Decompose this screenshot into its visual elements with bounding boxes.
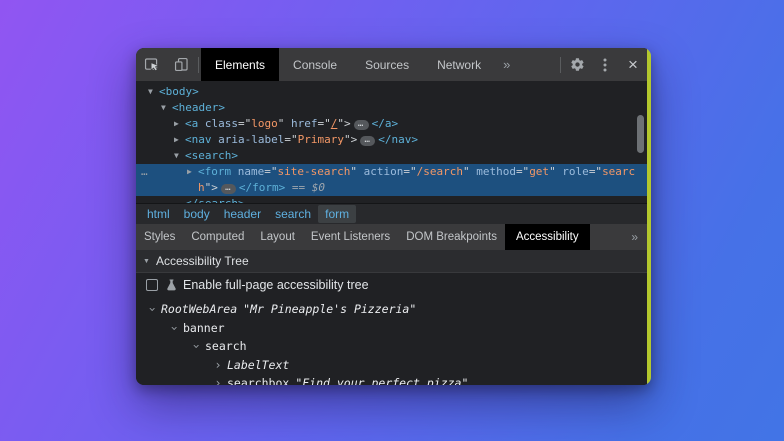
expand-arrow-icon[interactable]: ▶: [187, 164, 198, 180]
tag-token: <body>: [159, 85, 199, 98]
inspect-element-icon[interactable]: [136, 48, 166, 81]
collapsed-content-ellipsis[interactable]: …: [354, 120, 369, 130]
expand-arrow-icon[interactable]: ▼: [148, 84, 159, 100]
selected-node-hint: == $0: [285, 181, 325, 194]
collapsed-content-ellipsis[interactable]: …: [360, 136, 375, 146]
breadcrumb-item-search[interactable]: search: [268, 205, 318, 223]
dom-node-body[interactable]: ▼<body>: [136, 84, 647, 100]
chevron-down-icon[interactable]: ›: [143, 303, 162, 315]
tab-dom-breakpoints[interactable]: DOM Breakpoints: [398, 224, 505, 250]
breadcrumb: html body header search form: [136, 203, 647, 224]
value-token: Primary: [298, 133, 344, 146]
tab-layout[interactable]: Layout: [252, 224, 303, 250]
sidebar-tabs: Styles Computed Layout Event Listeners D…: [136, 224, 647, 250]
dom-tree-scrollbar[interactable]: [637, 115, 644, 153]
experiment-flask-icon: [165, 278, 178, 292]
toolbar-divider: [198, 57, 199, 73]
breadcrumb-item-html[interactable]: html: [140, 205, 177, 223]
device-toolbar-icon[interactable]: [166, 48, 196, 81]
dom-tree-panel: ▼<body> ▼<header> ▶<a class="logo" href=…: [136, 81, 647, 203]
attr-token: aria-label: [212, 133, 285, 146]
tag-token: </form>: [239, 181, 285, 194]
kebab-menu-icon[interactable]: [591, 48, 619, 81]
ax-role: search: [205, 339, 247, 353]
tag-token: <header>: [172, 101, 225, 114]
tag-token: </a>: [372, 117, 399, 130]
toolbar-spacer: [518, 48, 558, 81]
more-panels-button[interactable]: »: [495, 48, 518, 81]
settings-gear-icon[interactable]: [563, 48, 591, 81]
ax-node-searchbox[interactable]: ›searchbox "Find your perfect pizza": [136, 374, 647, 385]
ax-role: banner: [183, 321, 225, 335]
collapsed-content-ellipsis[interactable]: …: [221, 184, 236, 194]
dom-node-form-selected[interactable]: … ▶<form name="site-search" action="/sea…: [136, 164, 647, 196]
ax-role: LabelText: [227, 358, 289, 372]
tag-token: <form: [198, 165, 231, 178]
chevron-down-icon[interactable]: ›: [165, 322, 184, 334]
breadcrumb-item-header[interactable]: header: [217, 205, 268, 223]
expand-arrow-icon[interactable]: ▶: [174, 116, 185, 132]
tab-computed[interactable]: Computed: [183, 224, 252, 250]
chevron-right-icon[interactable]: ›: [212, 356, 224, 375]
tab-event-listeners[interactable]: Event Listeners: [303, 224, 398, 250]
ax-node-rootwebarea[interactable]: ›RootWebArea "Mr Pineapple's Pizzeria": [136, 300, 647, 319]
devtools-toolbar: Elements Console Sources Network »: [136, 48, 647, 81]
desktop-background: Elements Console Sources Network »: [0, 0, 784, 441]
devtools-window: Elements Console Sources Network »: [136, 48, 651, 385]
attr-token: class: [198, 117, 238, 130]
more-sidebar-tabs-button[interactable]: »: [622, 224, 647, 250]
breadcrumb-item-body[interactable]: body: [177, 205, 217, 223]
enable-a11y-label: Enable full-page accessibility tree: [183, 278, 369, 292]
enable-a11y-checkbox[interactable]: [146, 279, 158, 291]
attr-token: href: [284, 117, 317, 130]
expand-arrow-icon[interactable]: ▶: [174, 132, 185, 148]
tab-styles[interactable]: Styles: [136, 224, 183, 250]
tab-elements[interactable]: Elements: [201, 48, 279, 81]
tab-console[interactable]: Console: [279, 48, 351, 81]
accessibility-tree-section-header[interactable]: ▼ Accessibility Tree: [136, 250, 647, 273]
ax-name-value: "Mr Pineapple's Pizzeria": [243, 302, 416, 316]
ax-role: RootWebArea: [161, 302, 237, 316]
expand-arrow-icon[interactable]: ▼: [174, 148, 185, 164]
section-title: Accessibility Tree: [156, 254, 249, 268]
tab-network[interactable]: Network: [423, 48, 495, 81]
accessibility-tree: ›RootWebArea"Mr Pineapple's Pizzeria" ›b…: [136, 297, 647, 385]
breadcrumb-item-form[interactable]: form: [318, 205, 356, 223]
dom-node-nav[interactable]: ▶<nav aria-label="Primary">…</nav>: [136, 132, 647, 148]
value-token: logo: [251, 117, 278, 130]
ax-node-labeltext[interactable]: ›LabelText: [136, 356, 647, 375]
section-collapse-triangle-icon[interactable]: ▼: [143, 258, 150, 265]
tag-token: </search>: [185, 197, 245, 203]
ax-node-banner[interactable]: ›banner: [136, 319, 647, 338]
dom-node-header[interactable]: ▼<header>: [136, 100, 647, 116]
enable-fullpage-a11y-row: Enable full-page accessibility tree: [136, 273, 647, 297]
close-icon[interactable]: ×: [619, 48, 647, 81]
toolbar-right-controls: ×: [558, 48, 647, 81]
chevron-right-icon[interactable]: ›: [212, 374, 224, 385]
page-edge-strip: [647, 48, 651, 385]
devtools-panel: Elements Console Sources Network »: [136, 48, 647, 385]
tag-token: </nav>: [378, 133, 418, 146]
expand-arrow-icon[interactable]: ▼: [161, 100, 172, 116]
tab-accessibility[interactable]: Accessibility: [505, 224, 590, 250]
chevron-down-icon[interactable]: ›: [187, 340, 206, 352]
dom-node-search-close-clipped[interactable]: </search>: [136, 196, 647, 203]
tab-sources[interactable]: Sources: [351, 48, 423, 81]
dom-node-logo-link[interactable]: ▶<a class="logo" href="/">…</a>: [136, 116, 647, 132]
close-glyph: ×: [628, 56, 638, 73]
tag-token: <nav: [185, 133, 212, 146]
gutter-ellipsis[interactable]: …: [141, 164, 149, 180]
ax-name-value: "Find your perfect pizza": [295, 376, 468, 385]
dom-node-search[interactable]: ▼<search>: [136, 148, 647, 164]
tag-token: <a: [185, 117, 198, 130]
ax-node-search[interactable]: ›search: [136, 337, 647, 356]
ax-role: searchbox: [227, 376, 289, 385]
toolbar-divider: [560, 57, 561, 73]
tag-token: <search>: [185, 149, 238, 162]
